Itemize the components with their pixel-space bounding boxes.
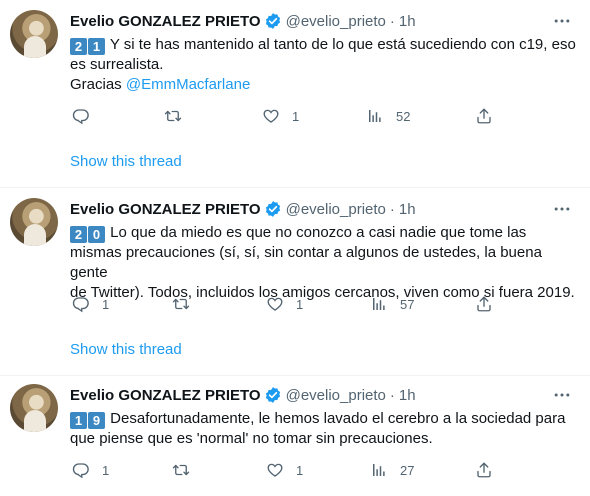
tweet[interactable]: Evelio GONZALEZ PRIETO @evelio_prieto · … <box>0 0 590 188</box>
like-count: 1 <box>296 462 304 478</box>
tweet-text: 20 Lo que da miedo es que no conozco a c… <box>70 223 580 303</box>
tweet-header: Evelio GONZALEZ PRIETO @evelio_prieto · … <box>70 198 416 220</box>
show-thread-link[interactable]: Show this thread <box>70 153 182 170</box>
tweet-text-line: mismas precauciones (sí, sí, sin contar … <box>70 244 542 281</box>
more-icon[interactable] <box>552 11 572 31</box>
tweet-text: 21 Y si te has mantenido al tanto de lo … <box>70 35 580 95</box>
reply-count: 1 <box>102 462 110 478</box>
author-handle[interactable]: @evelio_prieto <box>286 387 386 404</box>
tweet-text-line: que piense que es 'normal' no tomar sin … <box>70 430 433 447</box>
retweet-icon <box>164 107 182 125</box>
share-button[interactable] <box>475 105 493 127</box>
tweet-text-line: Y si te has mantenido al tanto de lo que… <box>109 36 576 53</box>
reply-button[interactable]: 1 <box>72 459 109 481</box>
tweet-actions: 1 52 <box>70 105 510 127</box>
tweet-text-line: Gracias <box>70 76 126 93</box>
keycap-digit: 1 <box>88 38 105 55</box>
separator: · <box>389 200 395 218</box>
tweet-header: Evelio GONZALEZ PRIETO @evelio_prieto · … <box>70 384 416 406</box>
reply-count: 1 <box>102 296 110 312</box>
views-button[interactable]: 57 <box>370 293 414 315</box>
tweet-feed: Evelio GONZALEZ PRIETO @evelio_prieto · … <box>0 0 590 496</box>
view-count: 52 <box>396 108 411 124</box>
views-icon <box>370 295 388 313</box>
author-name[interactable]: Evelio GONZALEZ PRIETO <box>70 387 261 404</box>
views-icon <box>366 107 384 125</box>
keycap-digit: 9 <box>88 412 105 429</box>
author-name[interactable]: Evelio GONZALEZ PRIETO <box>70 13 261 30</box>
reply-button[interactable] <box>72 105 102 127</box>
keycap-digit: 2 <box>70 226 87 243</box>
verified-badge-icon <box>264 200 282 218</box>
retweet-icon <box>172 295 190 313</box>
share-icon <box>475 461 493 479</box>
like-count: 1 <box>296 296 304 312</box>
heart-icon <box>262 107 280 125</box>
author-handle[interactable]: @evelio_prieto <box>286 13 386 30</box>
heart-icon <box>266 295 284 313</box>
author-handle[interactable]: @evelio_prieto <box>286 201 386 218</box>
reply-icon <box>72 295 90 313</box>
reply-icon <box>72 461 90 479</box>
view-count: 27 <box>400 462 415 478</box>
more-icon[interactable] <box>552 199 572 219</box>
tweet-text-line: es surrealista. <box>70 56 164 73</box>
tweet-text-line: Lo que da miedo es que no conozco a casi… <box>110 224 527 241</box>
tweet-text-line: Desafortunadamente, le hemos lavado el c… <box>110 410 566 427</box>
avatar[interactable] <box>10 198 58 246</box>
show-thread-link[interactable]: Show this thread <box>70 341 182 358</box>
tweet-header: Evelio GONZALEZ PRIETO @evelio_prieto · … <box>70 10 416 32</box>
share-button[interactable] <box>475 293 493 315</box>
views-icon <box>370 461 388 479</box>
mention-link[interactable]: @EmmMacfarlane <box>126 76 250 93</box>
timestamp[interactable]: 1h <box>399 13 416 30</box>
share-button[interactable] <box>475 459 493 481</box>
like-button[interactable]: 1 <box>266 459 303 481</box>
like-count: 1 <box>292 108 300 124</box>
retweet-icon <box>172 461 190 479</box>
tweet-actions: 1 1 57 <box>70 293 510 315</box>
separator: · <box>389 386 395 404</box>
reply-button[interactable]: 1 <box>72 293 109 315</box>
tweet[interactable]: Evelio GONZALEZ PRIETO @evelio_prieto · … <box>0 188 590 376</box>
share-icon <box>475 107 493 125</box>
keycap-digit: 2 <box>70 38 87 55</box>
author-name[interactable]: Evelio GONZALEZ PRIETO <box>70 201 261 218</box>
separator: · <box>389 12 395 30</box>
keycap-digit: 1 <box>70 412 87 429</box>
share-icon <box>475 295 493 313</box>
heart-icon <box>266 461 284 479</box>
like-button[interactable]: 1 <box>266 293 303 315</box>
more-icon[interactable] <box>552 385 572 405</box>
verified-badge-icon <box>264 386 282 404</box>
avatar[interactable] <box>10 384 58 432</box>
verified-badge-icon <box>264 12 282 30</box>
tweet[interactable]: Evelio GONZALEZ PRIETO @evelio_prieto · … <box>0 376 590 496</box>
view-count: 57 <box>400 296 415 312</box>
timestamp[interactable]: 1h <box>399 387 416 404</box>
retweet-button[interactable] <box>164 105 194 127</box>
tweet-text: 19 Desafortunadamente, le hemos lavado e… <box>70 409 580 449</box>
keycap-digit: 0 <box>88 226 105 243</box>
views-button[interactable]: 52 <box>366 105 410 127</box>
retweet-button[interactable] <box>172 459 202 481</box>
reply-icon <box>72 107 90 125</box>
tweet-actions: 1 1 27 <box>70 459 510 481</box>
views-button[interactable]: 27 <box>370 459 414 481</box>
avatar[interactable] <box>10 10 58 58</box>
timestamp[interactable]: 1h <box>399 201 416 218</box>
like-button[interactable]: 1 <box>262 105 299 127</box>
retweet-button[interactable] <box>172 293 202 315</box>
